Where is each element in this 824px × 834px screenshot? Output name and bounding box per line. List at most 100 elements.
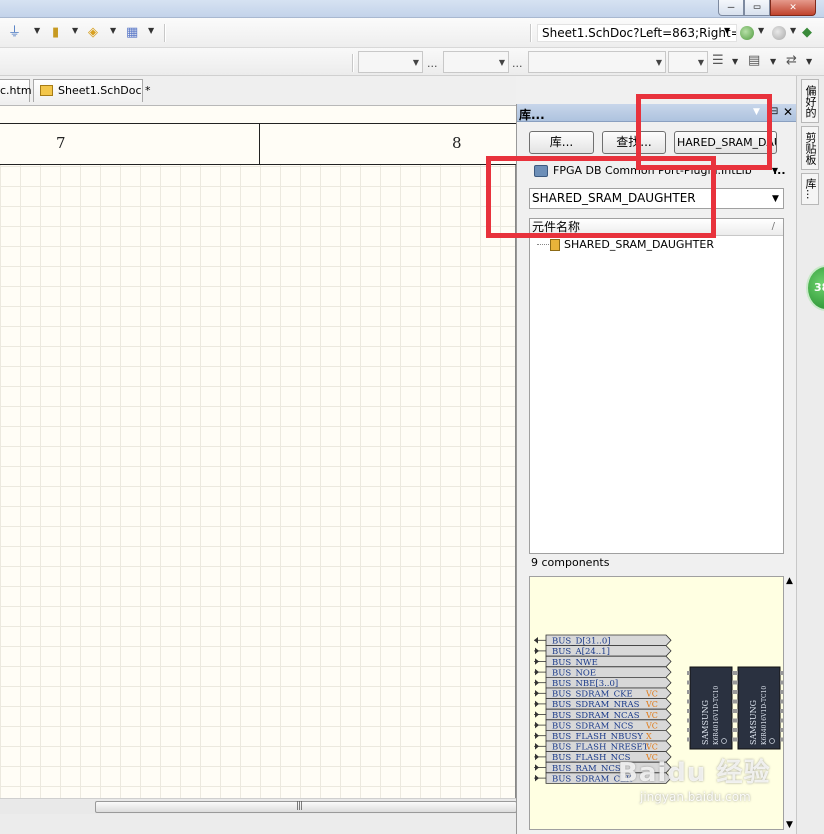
chip-lead <box>780 671 783 675</box>
ellipsis[interactable]: ... <box>512 57 523 70</box>
ellipsis[interactable]: ... <box>427 57 438 70</box>
dock-strip: 偏好的 剪贴板 库... <box>796 76 824 834</box>
toolbar-separator <box>352 54 354 72</box>
pin-label: BUS_SDRAM_NRAS <box>552 700 640 710</box>
libraries-button[interactable]: 库... <box>529 131 594 154</box>
document-tabs: c.htm Sheet1.SchDoc * <box>0 76 516 106</box>
close-window-button[interactable]: ✕ <box>770 0 816 16</box>
pin-label: BUS_SDRAM_CKE <box>552 690 633 700</box>
pin-arrow <box>535 679 539 686</box>
pin-arrow <box>535 647 539 655</box>
chevron-down-icon[interactable]: ▼ <box>770 57 776 66</box>
horizontal-scrollbar[interactable]: ||| <box>0 798 517 814</box>
chevron-down-icon[interactable]: ▼ <box>110 26 116 35</box>
address-input[interactable]: Sheet1.SchDoc?Left=863;Right= <box>537 24 737 42</box>
zone-label: 7 <box>56 134 66 152</box>
dock-tab-clipboard[interactable]: 剪贴板 <box>801 126 819 170</box>
tab-sheet1-schdoc[interactable]: Sheet1.SchDoc * <box>33 79 151 102</box>
chevron-down-icon[interactable]: ▼ <box>786 820 793 830</box>
pin-arrow <box>535 711 539 718</box>
component-count: 9 components <box>531 556 610 569</box>
pin-arrow <box>534 637 538 644</box>
pin-suffix: X <box>646 732 652 741</box>
chevron-down-icon[interactable]: ▼ <box>806 57 812 66</box>
chevron-down-icon[interactable]: ▼ <box>790 26 796 35</box>
chevron-down-icon[interactable]: ▼ <box>72 26 78 35</box>
line-style-icon[interactable]: ☰ <box>712 53 724 69</box>
chip-lead <box>780 699 783 704</box>
tab-label: c.htm <box>0 84 32 97</box>
component-name: SHARED_SRAM_DAUGHTER <box>564 238 714 251</box>
back-icon[interactable] <box>740 26 754 40</box>
chevron-down-icon[interactable]: ▼ <box>724 26 730 35</box>
chip-lead <box>687 718 690 723</box>
chip-lead <box>687 699 690 704</box>
chevron-down-icon: ▼ <box>697 58 704 67</box>
watermark-logo: Baidu 经验 <box>618 758 771 788</box>
dock-tab-libraries[interactable]: 库... <box>801 173 819 205</box>
chip-lead <box>687 737 690 742</box>
forward-icon[interactable] <box>772 26 786 40</box>
dock-tab-favorites[interactable]: 偏好的 <box>801 79 819 123</box>
pin-arrow <box>535 753 539 761</box>
more-button[interactable]: ... <box>773 164 786 177</box>
bookmark-icon[interactable]: ◆ <box>802 25 812 41</box>
scrollbar-thumb[interactable]: ||| <box>95 801 517 813</box>
probe-icon[interactable]: ▮ <box>52 25 59 41</box>
maximize-button[interactable]: ▭ <box>744 0 770 16</box>
line-width-select[interactable]: ▼ <box>668 51 708 73</box>
arrows-icon[interactable]: ⇄ <box>786 53 797 69</box>
app-window: – ▭ ✕ ⏚ ▼ ▮ ▼ ◈ ▼ ▦ ▼ Sheet1.SchDoc?Left… <box>0 0 824 834</box>
sram-chip <box>689 666 733 750</box>
chevron-down-icon: ▼ <box>412 58 419 67</box>
pin-arrow <box>535 764 539 771</box>
chip-lead <box>780 690 783 694</box>
pin-arrow <box>535 668 539 676</box>
chevron-down-icon[interactable]: ▼ <box>732 57 738 66</box>
chip-lead <box>780 680 783 685</box>
style-select[interactable]: ▼ <box>528 51 666 73</box>
dash-style-icon[interactable]: ▤ <box>748 53 760 69</box>
close-icon[interactable]: ✕ <box>783 105 793 119</box>
chip-lead <box>780 737 783 742</box>
font-select[interactable]: ▼ <box>358 51 423 73</box>
size-select[interactable]: ▼ <box>443 51 509 73</box>
chip-lead <box>735 690 738 694</box>
list-item[interactable]: SHARED_SRAM_DAUGHTER <box>530 237 783 252</box>
schematic-doc-icon <box>40 85 53 96</box>
zone-label: 8 <box>452 134 462 152</box>
pin-label: BUS_A[24..1] <box>552 647 610 657</box>
port-icon[interactable]: ◈ <box>88 25 98 41</box>
chip-lead <box>687 709 690 713</box>
chevron-up-icon[interactable]: ▲ <box>786 576 793 586</box>
chevron-down-icon: ▼ <box>498 58 505 67</box>
minimize-button[interactable]: – <box>718 0 744 16</box>
chevron-down-icon[interactable]: ▼ <box>148 26 154 35</box>
chip-lead <box>735 709 738 713</box>
zone-divider <box>259 123 260 165</box>
chevron-down-icon: ▼ <box>655 58 662 67</box>
chip-lead <box>687 728 690 732</box>
chip-lead <box>780 728 783 732</box>
tab-label: Sheet1.SchDoc * <box>58 84 151 97</box>
chevron-down-icon[interactable]: ▼ <box>772 194 779 204</box>
chip-lead <box>735 699 738 704</box>
pin-suffix: VC <box>645 721 658 730</box>
ground-icon[interactable]: ⏚ <box>8 25 21 41</box>
title-bar: – ▭ ✕ <box>0 0 824 18</box>
pin-label: BUS_SDRAM_NCAS <box>552 711 640 721</box>
toolbar-separator <box>530 24 532 42</box>
chip-lead <box>735 718 738 723</box>
chip-lead <box>687 690 690 694</box>
schematic-canvas[interactable]: 7 8 <box>0 106 516 798</box>
pin-arrow <box>535 732 539 739</box>
chevron-down-icon[interactable]: ▼ <box>758 26 764 35</box>
watermark-url: jingyan.baidu.com <box>640 790 751 804</box>
grid-icon[interactable]: ▦ <box>126 25 138 41</box>
sort-icon: / <box>771 221 775 232</box>
tab-htm[interactable]: c.htm <box>0 79 32 102</box>
component-list[interactable]: 元件名称 / SHARED_SRAM_DAUGHTER <box>529 218 784 554</box>
chevron-down-icon[interactable]: ▼ <box>34 26 40 35</box>
highlight-box <box>486 156 716 238</box>
chip-brand: SAMSUNG <box>749 700 758 745</box>
